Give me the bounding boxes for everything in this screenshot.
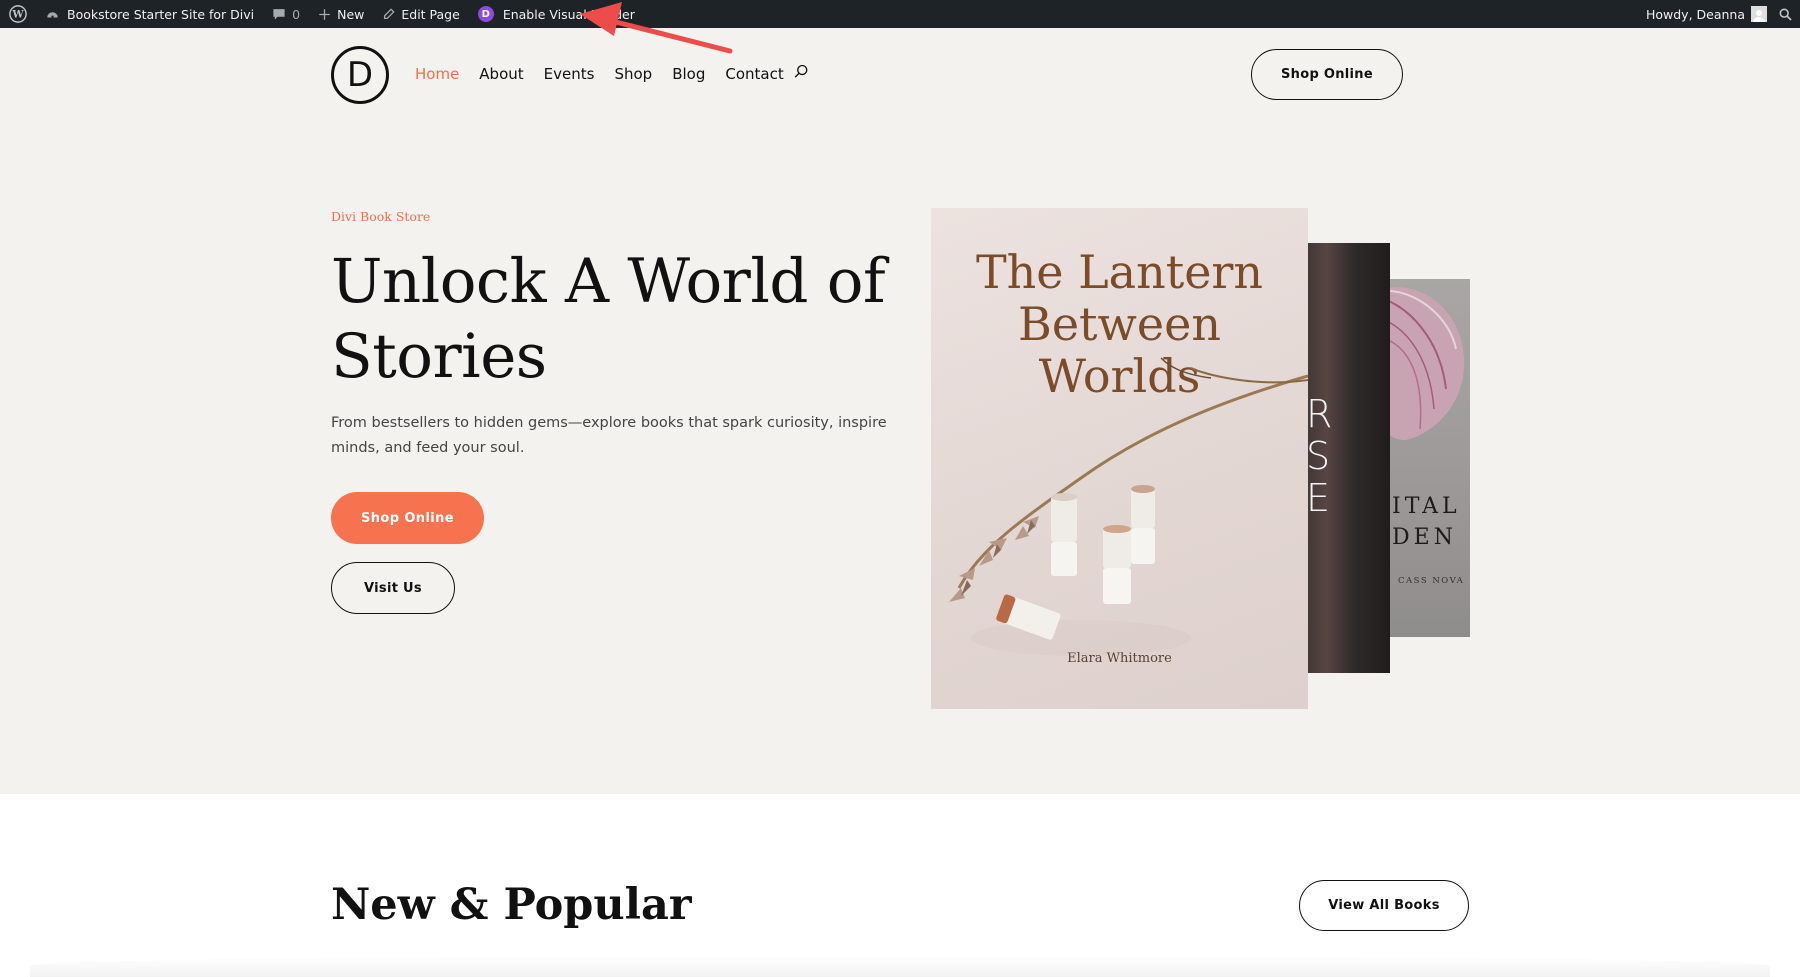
- svg-text:W: W: [11, 10, 24, 21]
- edit-page-link[interactable]: Edit Page: [373, 0, 468, 28]
- hero-headline-line-2: Stories: [331, 321, 547, 392]
- new-content-link[interactable]: New: [309, 0, 373, 28]
- nav-item-contact[interactable]: Contact: [725, 65, 783, 83]
- wp-admin-bar: W Bookstore Starter Site for Divi 0 New …: [0, 0, 1800, 28]
- header-shop-online-button[interactable]: Shop Online: [1251, 49, 1403, 100]
- nav-item-home[interactable]: Home: [415, 65, 459, 83]
- hero-headline: Unlock A World of Stories: [331, 244, 891, 394]
- account-menu[interactable]: Howdy, Deanna: [1637, 0, 1773, 28]
- admin-search-button[interactable]: [1773, 0, 1800, 28]
- hero-headline-line-1: Unlock A World of: [331, 246, 886, 317]
- middle-book-letter: E: [1306, 476, 1331, 520]
- pencil-icon: [384, 7, 395, 19]
- nav-item-about[interactable]: About: [479, 65, 523, 83]
- annotation-arrow-icon: [580, 2, 733, 54]
- back-book-title-line-2: DEN: [1392, 525, 1457, 550]
- book-cover-middle[interactable]: R S E: [1300, 243, 1390, 673]
- hero-shop-online-button[interactable]: Shop Online: [331, 492, 484, 544]
- comments-link[interactable]: 0: [263, 0, 309, 28]
- howdy-label: Howdy, Deanna: [1645, 6, 1745, 22]
- avatar: [1751, 6, 1767, 22]
- back-book-title: ITAL DEN: [1392, 491, 1461, 553]
- book-cover-front[interactable]: The Lantern Between Worlds Elara Whitmor…: [931, 208, 1308, 709]
- hero-eyebrow: Divi Book Store: [331, 209, 431, 224]
- back-book-title-line-1: ITAL: [1392, 494, 1461, 519]
- divi-icon: D: [477, 6, 494, 22]
- wordpress-logo-icon[interactable]: W: [0, 0, 36, 28]
- search-icon: [1779, 8, 1792, 21]
- back-book-author: CASS NOVA: [1398, 576, 1465, 586]
- middle-book-letter: S: [1306, 434, 1331, 478]
- plus-icon: [319, 8, 330, 20]
- hero-description: From bestsellers to hidden gems—explore …: [331, 415, 887, 456]
- new-and-popular-section: [0, 794, 1800, 977]
- site-name-link[interactable]: Bookstore Starter Site for Divi: [36, 0, 263, 28]
- site-name-label: Bookstore Starter Site for Divi: [67, 6, 255, 22]
- nav-item-blog[interactable]: Blog: [672, 65, 705, 83]
- divi-logo[interactable]: D: [331, 46, 389, 104]
- card-shadow: [30, 955, 1770, 977]
- section-title: New & Popular: [331, 880, 692, 930]
- comments-count: 0: [292, 6, 301, 22]
- book-cover-back[interactable]: ITAL DEN CASS NOVA: [1380, 279, 1470, 637]
- hero-visit-us-button[interactable]: Visit Us: [331, 562, 455, 614]
- new-label: New: [337, 6, 365, 22]
- nav-search-icon[interactable]: [794, 64, 809, 83]
- main-navigation: Home About Events Shop Blog Contact: [415, 64, 809, 83]
- middle-book-title: R S E: [1306, 393, 1332, 519]
- dried-flower-illustration: [949, 357, 1308, 656]
- view-all-books-button[interactable]: View All Books: [1299, 880, 1469, 931]
- front-book-author: Elara Whitmore: [1067, 651, 1172, 666]
- nav-item-shop[interactable]: Shop: [614, 65, 652, 83]
- dashboard-icon: [47, 11, 58, 18]
- flower-illustration: [1380, 287, 1465, 440]
- nav-item-events[interactable]: Events: [544, 65, 595, 83]
- middle-book-letter: R: [1306, 392, 1333, 436]
- edit-page-label: Edit Page: [401, 6, 460, 22]
- comment-icon: [273, 9, 285, 20]
